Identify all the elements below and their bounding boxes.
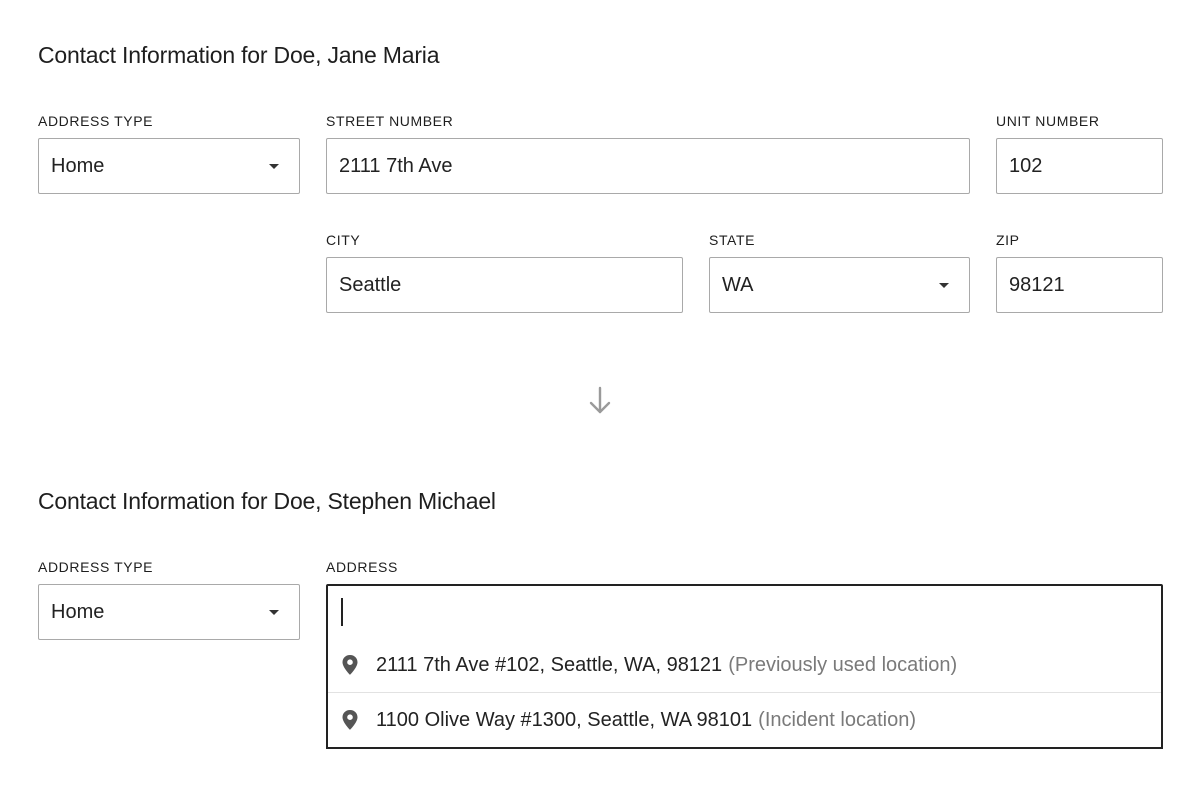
suggestion-text: 2111 7th Ave #102, Seattle, WA, 98121 (376, 653, 723, 676)
address-type-label: ADDRESS TYPE (38, 113, 154, 129)
address-suggestion-item[interactable]: 2111 7th Ave #102, Seattle, WA, 98121 (P… (328, 638, 1161, 692)
city-value: Seattle (339, 273, 402, 296)
dropdown-caret-icon (269, 163, 279, 169)
address-type-label: ADDRESS TYPE (38, 559, 154, 575)
dropdown-caret-icon (269, 609, 279, 615)
text-cursor (341, 598, 343, 626)
state-label: STATE (709, 232, 756, 248)
street-number-field[interactable]: 2111 7th Ave (326, 138, 970, 194)
suggestion-note: (Incident location) (758, 708, 917, 731)
unit-number-value: 102 (1009, 154, 1043, 177)
arrow-down-icon (589, 386, 611, 414)
suggestion-note: (Previously used location) (728, 653, 958, 676)
address-type-select[interactable]: Home (38, 138, 300, 194)
section-1-title: Contact Information for Doe, Jane Maria (38, 42, 440, 68)
address-suggestion-item[interactable]: 1100 Olive Way #1300, Seattle, WA 98101 … (328, 692, 1161, 747)
street-number-label: STREET NUMBER (326, 113, 454, 129)
zip-value: 98121 (1009, 273, 1065, 296)
location-pin-icon (342, 655, 358, 675)
street-number-value: 2111 7th Ave (339, 154, 453, 177)
zip-field[interactable]: 98121 (996, 257, 1163, 313)
section-2-title: Contact Information for Doe, Stephen Mic… (38, 488, 496, 514)
city-field[interactable]: Seattle (326, 257, 683, 313)
city-label: CITY (326, 232, 361, 248)
address-type-value: Home (51, 600, 105, 623)
unit-number-field[interactable]: 102 (996, 138, 1163, 194)
address-suggestions-dropdown: 2111 7th Ave #102, Seattle, WA, 98121 (P… (326, 638, 1163, 749)
address-label: ADDRESS (326, 559, 398, 575)
state-value: WA (722, 273, 754, 296)
unit-number-label: UNIT NUMBER (996, 113, 1100, 129)
location-pin-icon (342, 710, 358, 730)
address-type-select[interactable]: Home (38, 584, 300, 640)
state-select[interactable]: WA (709, 257, 970, 313)
zip-label: ZIP (996, 232, 1020, 248)
address-type-value: Home (51, 154, 105, 177)
suggestion-text: 1100 Olive Way #1300, Seattle, WA 98101 (376, 708, 753, 731)
dropdown-caret-icon (939, 282, 949, 288)
address-input[interactable] (326, 584, 1163, 640)
